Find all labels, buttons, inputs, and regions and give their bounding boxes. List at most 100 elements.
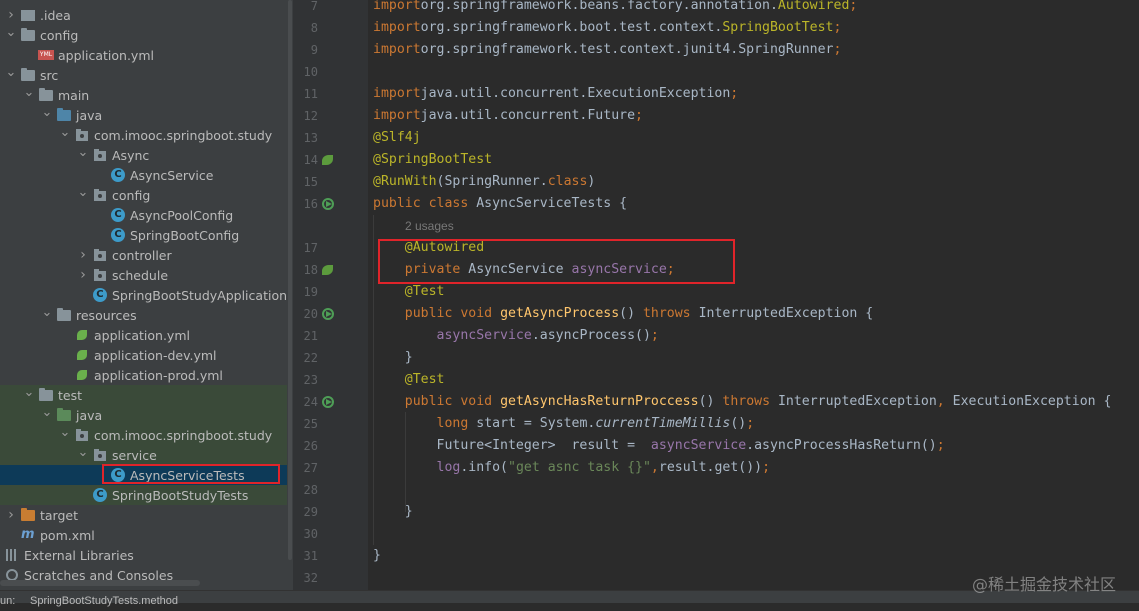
code-token: .info( xyxy=(460,460,508,475)
chevron-down-icon[interactable]: ⌄ xyxy=(41,402,53,422)
tree-item[interactable]: SpringBootConfig xyxy=(0,225,287,245)
run-test-icon[interactable] xyxy=(321,197,335,211)
code-line[interactable]: Future<Integer> result = asyncService.as… xyxy=(373,435,945,457)
line-number: 16 xyxy=(303,197,318,211)
tree-item-label: config xyxy=(40,27,79,43)
code-line[interactable]: importorg.springframework.boot.test.cont… xyxy=(373,17,841,39)
tree-item[interactable]: › controller xyxy=(0,245,287,265)
code-line[interactable]: } xyxy=(373,545,381,567)
code-token: getAsyncHasReturnProccess xyxy=(500,394,699,409)
code-line[interactable]: importjava.util.concurrent.Future; xyxy=(373,105,643,127)
tree-item[interactable]: application.yml xyxy=(0,325,287,345)
chevron-down-icon[interactable]: ⌄ xyxy=(5,62,17,82)
tree-item[interactable]: ⌄ resources xyxy=(0,305,287,325)
code-token: ExecutionException { xyxy=(944,394,1112,409)
tree-item[interactable]: ⌄ service xyxy=(0,445,287,465)
line-number: 32 xyxy=(303,571,318,585)
chevron-right-icon[interactable]: › xyxy=(77,245,89,265)
tree-item[interactable]: SpringBootStudyTests xyxy=(0,485,287,505)
code-line[interactable]: long start = System.currentTimeMillis(); xyxy=(373,413,755,435)
code-token: Future<Integer> result = xyxy=(373,438,651,453)
folder-icon xyxy=(38,87,54,103)
tree-item[interactable]: application-prod.yml xyxy=(0,365,287,385)
class-icon xyxy=(110,227,126,243)
tree-item-label: AsyncService xyxy=(130,167,214,183)
tree-item[interactable]: ⌄ java xyxy=(0,105,287,125)
code-line[interactable]: public void getAsyncHasReturnProccess() … xyxy=(373,391,1112,413)
package-icon xyxy=(92,247,108,263)
chevron-down-icon[interactable]: ⌄ xyxy=(23,82,35,102)
tree-item[interactable]: ⌄ com.imooc.springboot.study xyxy=(0,425,287,445)
usage-hint[interactable]: 2 usages xyxy=(405,219,454,233)
tree-item[interactable]: application.yml xyxy=(0,45,287,65)
package-icon xyxy=(92,447,108,463)
tree-item[interactable]: ⌄ com.imooc.springboot.study xyxy=(0,125,287,145)
chevron-down-icon[interactable]: ⌄ xyxy=(41,102,53,122)
tree-item[interactable]: AsyncPoolConfig xyxy=(0,205,287,225)
autowired-bean-icon[interactable] xyxy=(321,263,335,277)
tree-item-label: com.imooc.springboot.study xyxy=(94,127,273,143)
code-token: import xyxy=(373,42,421,57)
status-bar: un: SpringBootStudyTests.method xyxy=(0,590,1139,607)
run-test-icon[interactable] xyxy=(321,307,335,321)
chevron-down-icon[interactable]: ⌄ xyxy=(23,382,35,402)
code-token: java.util.concurrent.Future xyxy=(420,108,636,123)
code-line[interactable]: } xyxy=(373,501,413,523)
folder-icon xyxy=(20,507,36,523)
code-line[interactable]: @RunWith(SpringRunner.class) xyxy=(373,171,595,193)
code-line[interactable]: importorg.springframework.beans.factory.… xyxy=(373,0,857,17)
code-line[interactable]: @SpringBootTest xyxy=(373,149,492,171)
run-config-label[interactable]: SpringBootStudyTests.method xyxy=(30,591,178,611)
chevron-right-icon[interactable]: › xyxy=(77,265,89,285)
code-line[interactable]: } xyxy=(373,347,413,369)
line-number: 19 xyxy=(303,285,318,299)
scrollbar-thumb[interactable] xyxy=(288,0,292,560)
chevron-down-icon[interactable]: ⌄ xyxy=(59,422,71,442)
tree-item[interactable]: › target xyxy=(0,505,287,525)
code-token: "get asnc task {}" xyxy=(508,460,651,475)
tree-item[interactable]: pom.xml xyxy=(0,525,287,545)
tree-item[interactable]: ⌄ config xyxy=(0,25,287,45)
code-token: start = System. xyxy=(476,416,596,431)
code-line[interactable]: log.info("get asnc task {}",result.get()… xyxy=(373,457,771,479)
tree-item[interactable]: application-dev.yml xyxy=(0,345,287,365)
chevron-down-icon[interactable]: ⌄ xyxy=(77,442,89,462)
tree-item[interactable]: ⌄ java xyxy=(0,405,287,425)
highlight-box-tree xyxy=(102,464,280,484)
code-line[interactable]: asyncService.asyncProcess(); xyxy=(373,325,659,347)
tree-item[interactable]: ⌄ src xyxy=(0,65,287,85)
chevron-down-icon[interactable]: ⌄ xyxy=(41,302,53,322)
tree-item[interactable]: ⌄ Async xyxy=(0,145,287,165)
tree-item[interactable]: › .idea xyxy=(0,5,287,25)
code-token: ; xyxy=(833,42,842,57)
tree-item[interactable]: External Libraries xyxy=(0,545,287,565)
code-token: long xyxy=(436,416,469,431)
chevron-down-icon[interactable]: ⌄ xyxy=(59,122,71,142)
project-tree-panel: ›.idea⌄configapplication.yml⌄src⌄main⌄ja… xyxy=(0,0,287,590)
chevron-down-icon[interactable]: ⌄ xyxy=(77,182,89,202)
chevron-down-icon[interactable]: ⌄ xyxy=(5,22,17,42)
tree-item-label: controller xyxy=(112,247,172,263)
code-line[interactable]: @Slf4j xyxy=(373,127,421,149)
run-test-icon[interactable] xyxy=(321,395,335,409)
code-token: asyncService xyxy=(436,328,532,343)
no-arrow xyxy=(95,205,107,225)
chevron-down-icon[interactable]: ⌄ xyxy=(77,142,89,162)
tree-item-label: Async xyxy=(112,147,150,163)
code-line[interactable]: @Test xyxy=(373,369,445,391)
code-line[interactable]: @Test xyxy=(373,281,445,303)
tree-item[interactable]: ⌄ config xyxy=(0,185,287,205)
tree-item-label: src xyxy=(40,67,59,83)
tree-item[interactable]: AsyncService xyxy=(0,165,287,185)
code-line[interactable]: public void getAsyncProcess() throws Int… xyxy=(373,303,873,325)
code-token: org.springframework.test.context.junit4.… xyxy=(420,42,834,57)
spring-bean-icon[interactable] xyxy=(321,153,335,167)
code-line[interactable]: public class AsyncServiceTests { xyxy=(373,193,627,215)
code-line[interactable]: importjava.util.concurrent.ExecutionExce… xyxy=(373,83,738,105)
chevron-right-icon[interactable]: › xyxy=(5,505,17,525)
code-line[interactable]: importorg.springframework.test.context.j… xyxy=(373,39,841,61)
horizontal-scrollbar[interactable] xyxy=(0,580,200,586)
tree-item[interactable]: › schedule xyxy=(0,265,287,285)
